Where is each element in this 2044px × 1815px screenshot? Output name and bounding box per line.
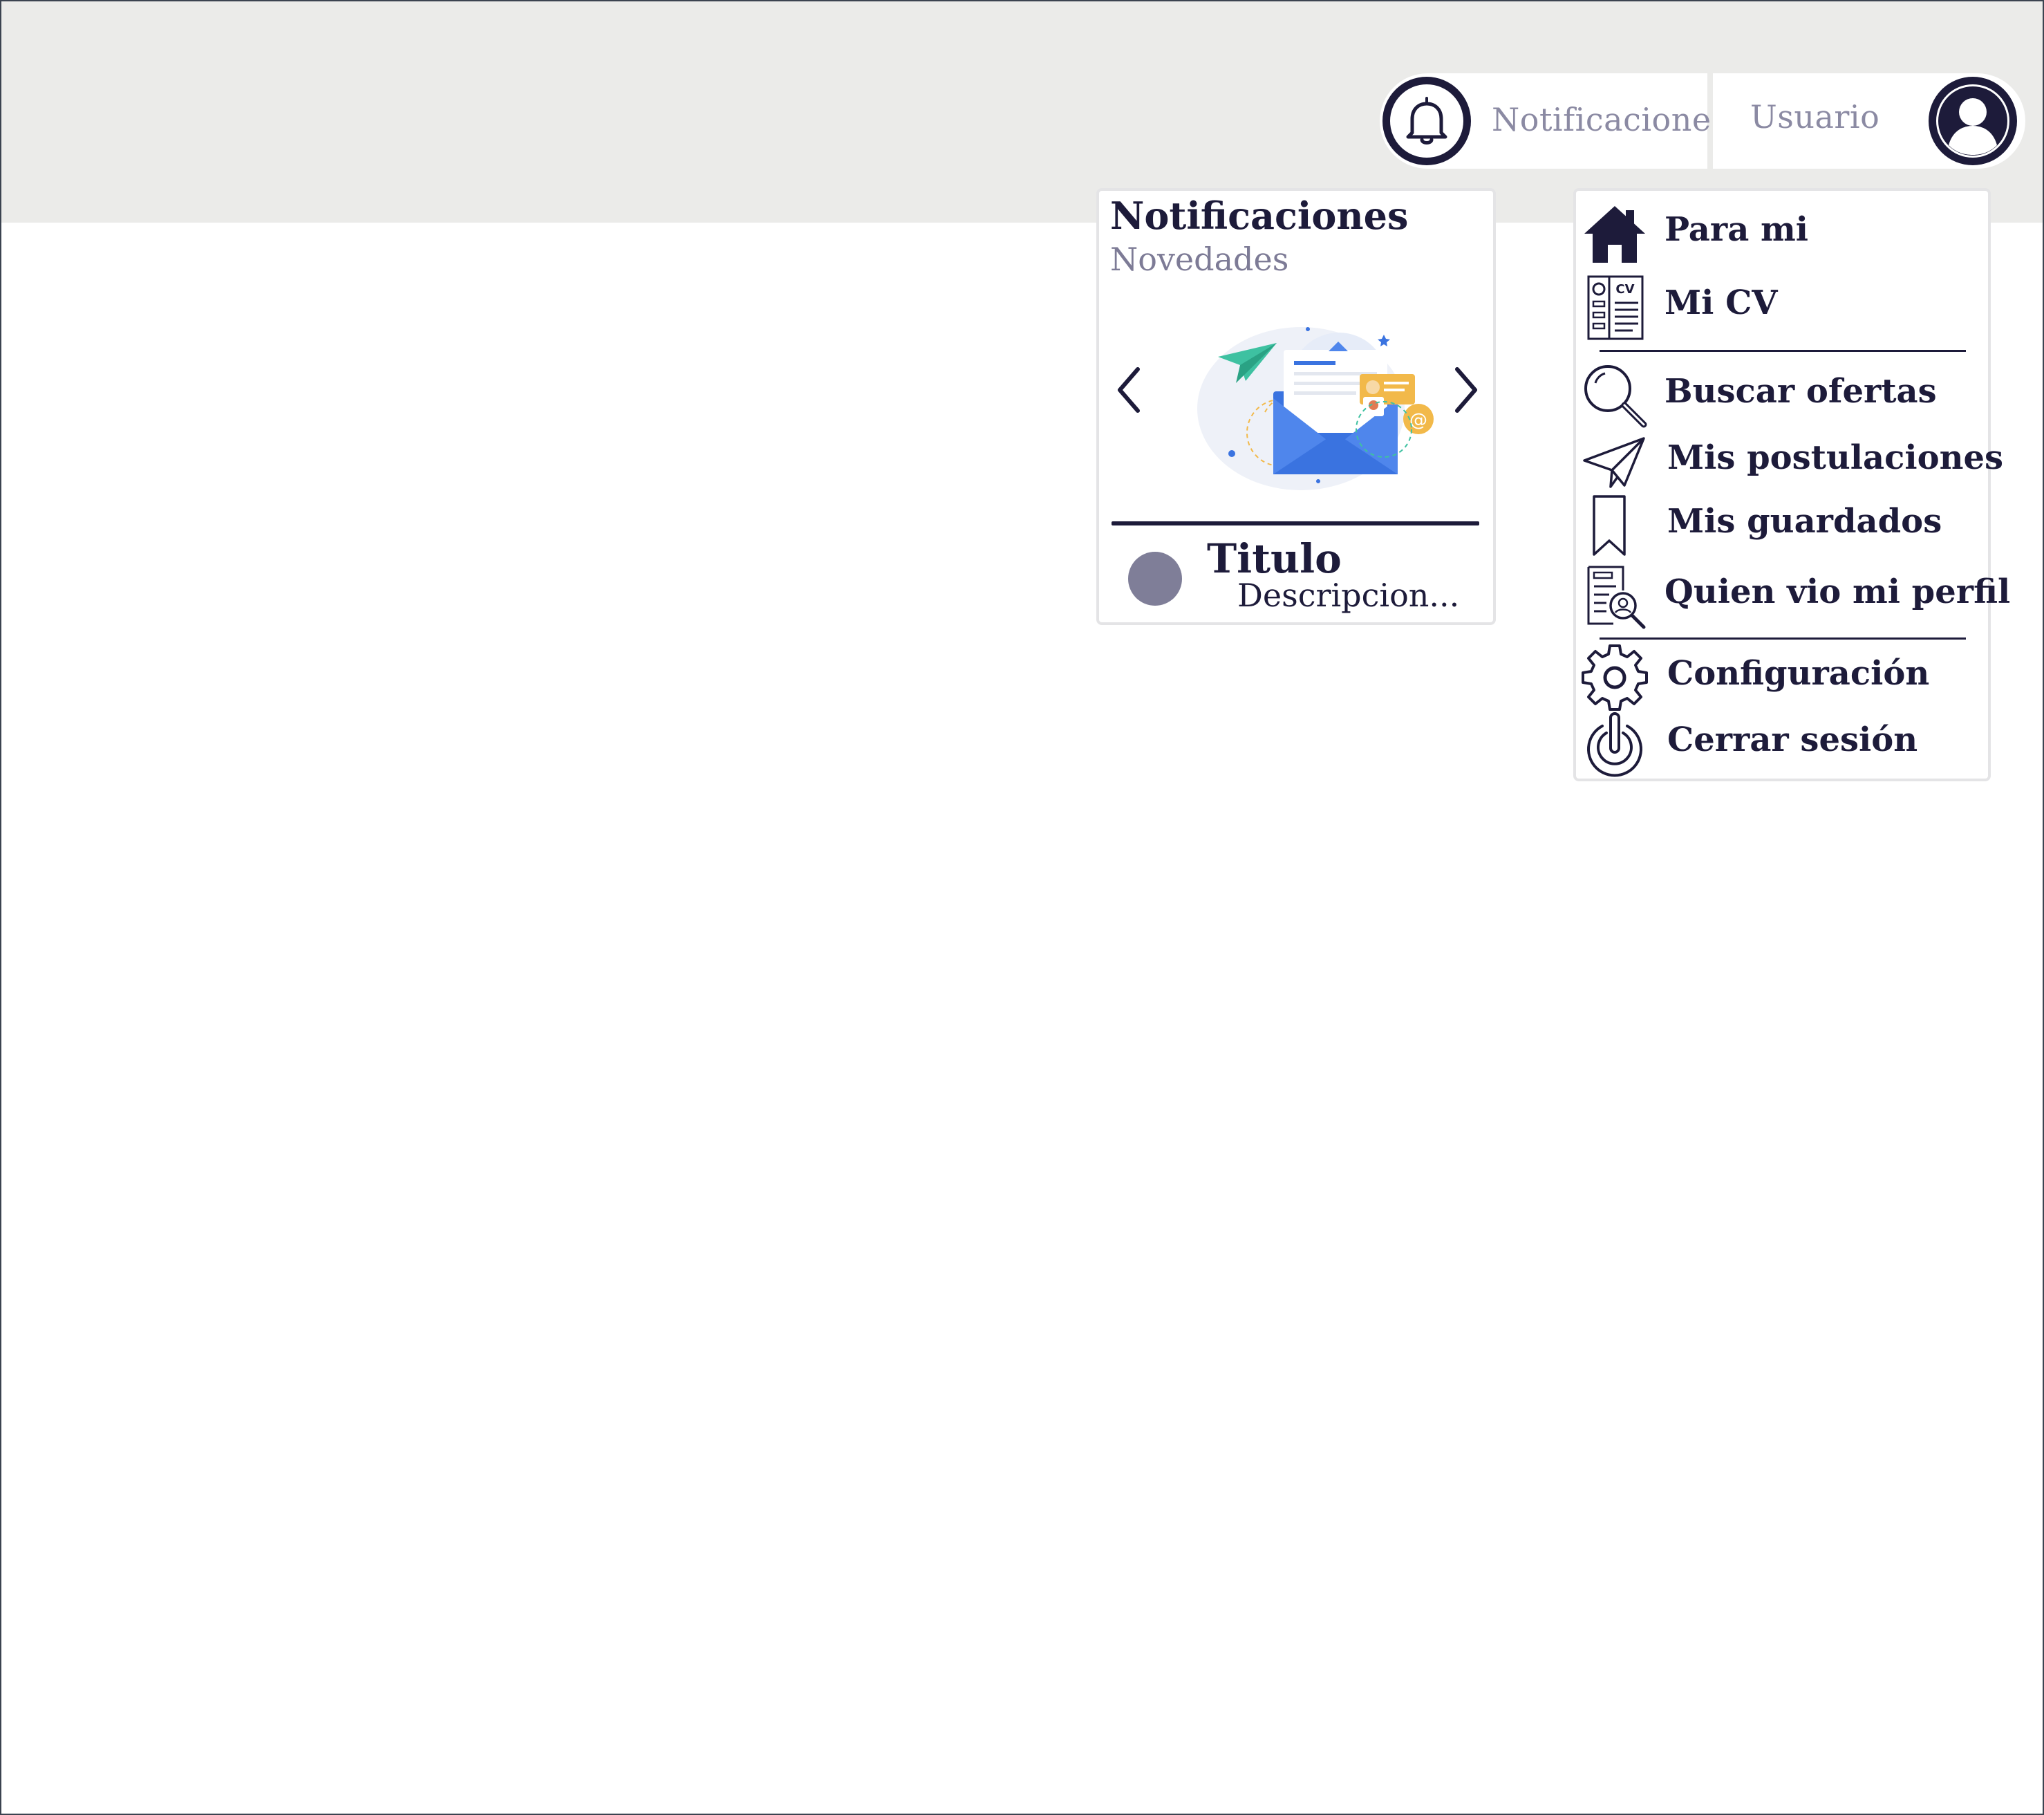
menu-item-label: Mi CV [1665,283,1778,322]
menu-item-mis-postulaciones[interactable]: Mis postulaciones [1582,429,2003,491]
gear-icon [1582,644,1648,711]
chevron-left-icon[interactable] [1109,362,1150,418]
menu-item-buscar-ofertas[interactable]: Buscar ofertas [1582,362,1982,428]
menu-item-quien-vio-mi-perfil[interactable]: Quien vio mi perfil [1582,563,2010,629]
menu-divider [1600,637,1966,640]
menu-item-configuracion[interactable]: Configuración [1582,644,1982,711]
svg-text:@: @ [1409,410,1427,431]
menu-item-label: Cerrar sesión [1667,720,1918,759]
menu-item-label: Configuración [1667,654,1930,693]
search-icon [1584,365,1647,428]
avatar-icon [1929,77,2017,165]
chevron-right-icon[interactable] [1445,362,1486,418]
menu-item-cerrar-sesion[interactable]: Cerrar sesión [1582,711,1982,777]
user-button[interactable]: Usuario [1713,73,2025,169]
notifications-panel-title: Notificaciones [1110,194,1409,238]
menu-item-label: Buscar ofertas [1665,372,1937,411]
notifications-panel-subtitle: Novedades [1110,241,1289,278]
menu-item-label: Quien vio mi perfil [1665,573,2011,611]
user-menu: Para mi CV Mi CV Buscar ofertas Mis post… [1573,188,2010,781]
notification-title: Titulo [1207,535,1342,582]
menu-item-label: Mis guardados [1667,502,1942,541]
power-icon [1587,712,1642,777]
bookmark-icon [1593,495,1626,556]
menu-item-label: Para mi [1665,210,1809,249]
notification-dot-icon [1128,552,1182,606]
menu-divider [1600,350,1966,352]
menu-item-mi-cv[interactable]: CV Mi CV [1582,274,1982,340]
home-icon [1584,206,1645,263]
menu-item-label: Mis postulaciones [1667,438,2004,477]
bell-icon [1382,77,1471,165]
notifications-label: Notificaciones [1492,101,1728,138]
envelope-illustration: @ [1197,327,1434,490]
profile-viewer-icon [1587,566,1646,629]
menu-item-mis-guardados[interactable]: Mis guardados [1582,492,1982,556]
divider [1112,521,1479,525]
svg-text:CV: CV [1615,282,1634,297]
menu-item-para-mi[interactable]: Para mi [1582,201,1982,263]
paper-plane-icon [1583,437,1645,488]
cv-icon: CV [1587,275,1644,340]
notification-description: Descripcion... [1237,577,1460,614]
notifications-button[interactable]: Notificaciones [1380,73,1727,169]
notifications-panel: Notificaciones Novedades @ Titulo Descri… [1096,188,1496,625]
user-label: Usuario [1750,98,1880,136]
